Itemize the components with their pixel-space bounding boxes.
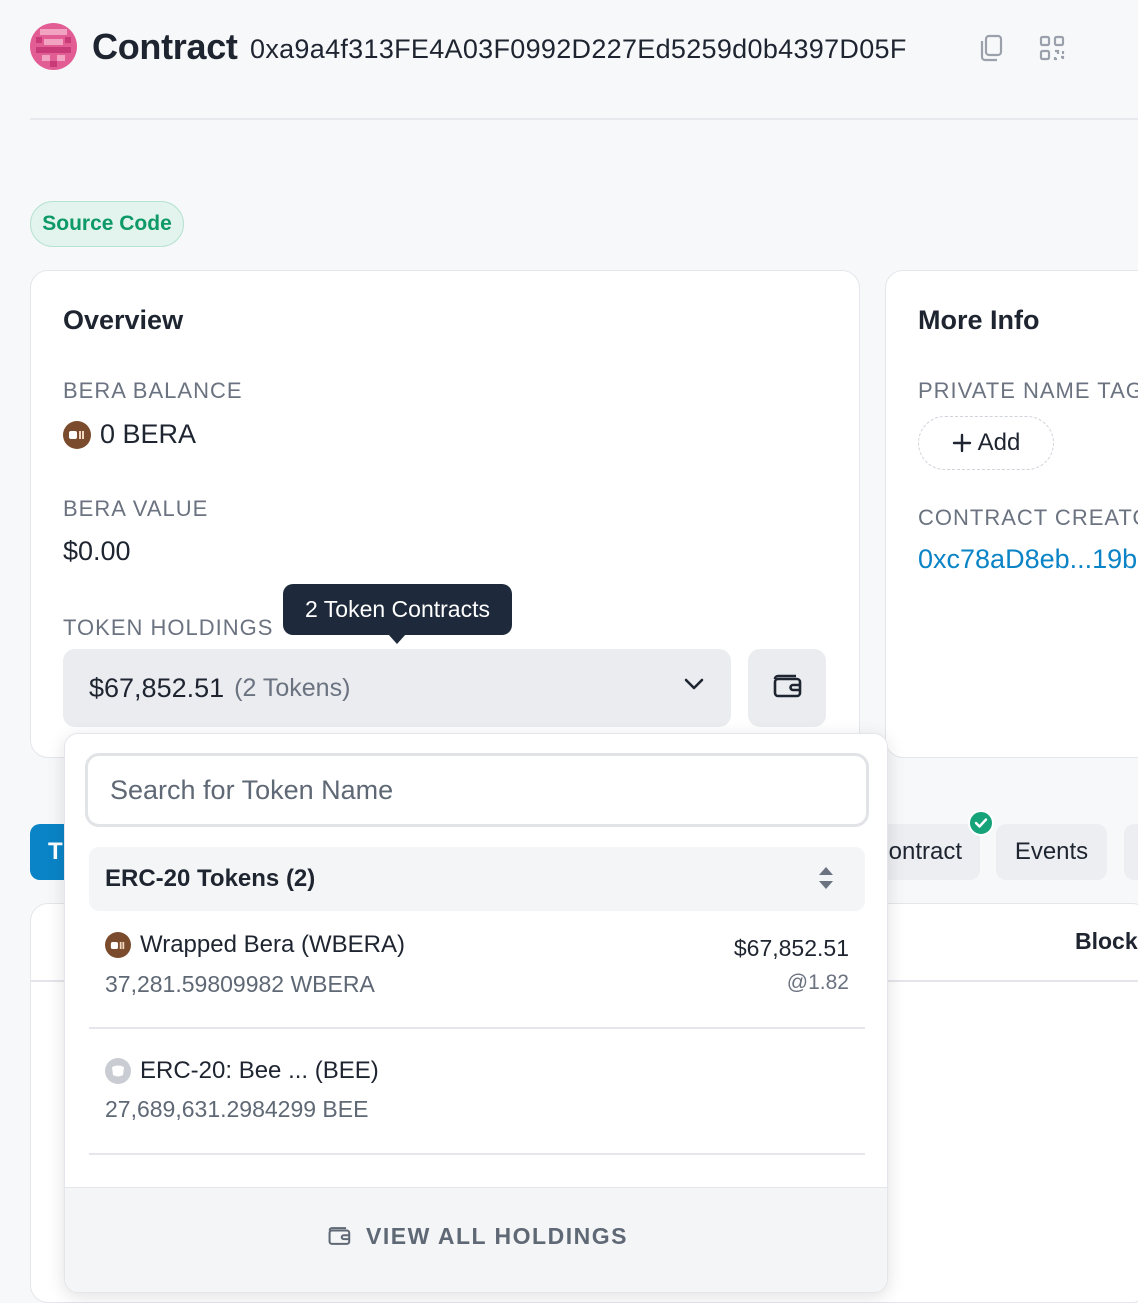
chevron-down-icon — [683, 677, 705, 696]
token-amount: 37,281.59809982 WBERA — [105, 971, 375, 997]
page-title: Contract — [92, 26, 238, 67]
generic-token-icon — [105, 1058, 131, 1084]
plus-icon — [952, 433, 972, 453]
block-column-header: Block — [1075, 928, 1138, 954]
bera-value-amount: $0.00 — [63, 536, 131, 566]
tab-more[interactable] — [1124, 824, 1138, 880]
bera-value-label: BERA VALUE — [63, 496, 209, 521]
tab-events[interactable]: Events — [996, 824, 1107, 880]
contract-creator-label: CONTRACT CREATOR — [918, 505, 1138, 530]
bera-token-icon — [63, 420, 91, 449]
group-label: ERC-20 Tokens (2) — [105, 865, 316, 892]
source-code-badge[interactable]: Source Code — [30, 201, 184, 247]
bera-balance-value: 0 BERA — [100, 419, 197, 449]
token-name: ERC-20: Bee ... (BEE) — [140, 1057, 379, 1084]
header-divider — [30, 118, 1138, 120]
wallet-icon — [326, 1225, 352, 1247]
private-name-tag-label: PRIVATE NAME TAG — [918, 378, 1138, 403]
token-name-row: ERC-20: Bee ... (BEE) — [105, 1057, 379, 1085]
holdings-count: (2 Tokens) — [234, 673, 351, 702]
sort-icon — [817, 865, 835, 898]
add-label: Add — [977, 429, 1021, 456]
contract-creator-link[interactable]: 0xc78aD8eb...19b — [918, 544, 1137, 575]
token-item-wbera[interactable]: Wrapped Bera (WBERA) 37,281.59809982 WBE… — [89, 916, 865, 1026]
more-info-title: More Info — [918, 305, 1040, 335]
tooltip-arrow — [388, 634, 406, 644]
holdings-amount: $67,852.51 — [89, 672, 225, 703]
token-value: $67,852.51 — [733, 935, 849, 961]
qr-code-icon[interactable] — [1035, 31, 1069, 65]
bera-balance-label: BERA BALANCE — [63, 378, 243, 403]
bera-token-icon — [105, 932, 131, 958]
wallet-button[interactable] — [748, 649, 826, 727]
token-name: Wrapped Bera (WBERA) — [140, 931, 405, 958]
verified-check-icon — [968, 810, 994, 836]
token-separator — [89, 1027, 865, 1029]
add-name-tag-button[interactable]: Add — [918, 416, 1054, 470]
token-holdings-dropdown[interactable]: $67,852.51 (2 Tokens) — [63, 649, 731, 727]
bera-balance-row: 0 BERA — [63, 419, 196, 450]
token-holdings-panel: ERC-20 Tokens (2) Wrapped Bera (WBERA) 3… — [64, 733, 888, 1293]
copy-icon[interactable] — [974, 31, 1008, 65]
contract-address: 0xa9a4f313FE4A03F0992D227Ed5259d0b4397D0… — [250, 34, 907, 64]
overview-title: Overview — [63, 305, 184, 335]
token-search-input[interactable] — [85, 753, 869, 827]
token-holdings-label: TOKEN HOLDINGS — [63, 615, 274, 640]
token-amount: 27,689,631.2984299 BEE — [105, 1096, 369, 1122]
token-rate: @1.82 — [786, 971, 849, 994]
contract-avatar — [30, 23, 77, 70]
view-all-label: VIEW ALL HOLDINGS — [366, 1222, 628, 1249]
erc20-group-header[interactable]: ERC-20 Tokens (2) — [89, 847, 865, 911]
token-item-bee[interactable]: ERC-20: Bee ... (BEE) 27,689,631.2984299… — [89, 1042, 865, 1152]
wallet-icon — [771, 672, 803, 705]
token-separator — [89, 1153, 865, 1155]
view-all-holdings-link[interactable]: VIEW ALL HOLDINGS — [326, 1218, 628, 1254]
token-contracts-tooltip: 2 Token Contracts — [283, 584, 512, 635]
token-name-row: Wrapped Bera (WBERA) — [105, 931, 405, 959]
dropdown-footer: VIEW ALL HOLDINGS — [65, 1187, 887, 1292]
